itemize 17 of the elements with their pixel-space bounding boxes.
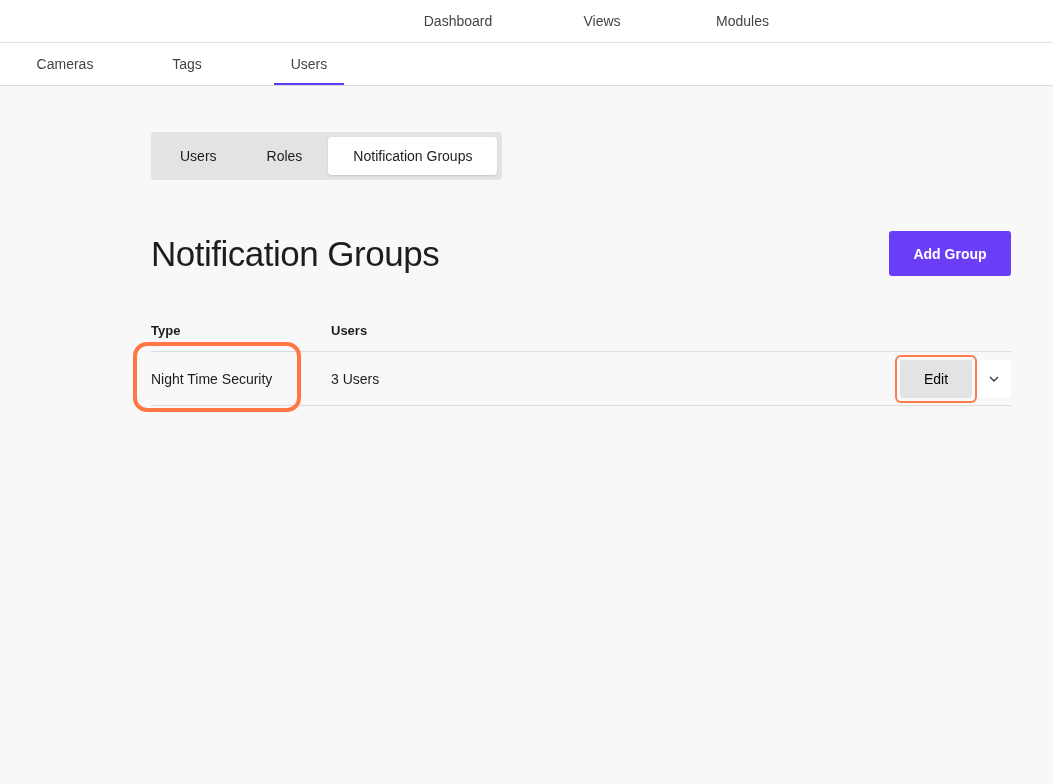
chevron-down-icon (989, 375, 999, 382)
table-cell: Night Time Security (151, 370, 331, 387)
tab[interactable]: Cameras (30, 43, 100, 85)
segment-tab[interactable]: Users (156, 137, 241, 175)
segment-tab[interactable]: Roles (242, 137, 327, 175)
column-header: Type (151, 323, 182, 338)
table-cell-text: 3 Users (331, 370, 381, 387)
tab[interactable]: Tags (152, 43, 222, 85)
edit-button[interactable]: Edit (900, 359, 972, 398)
nav-link[interactable]: Dashboard (386, 0, 530, 42)
nav-link[interactable]: Views (530, 0, 674, 42)
page-heading: Notification Groups (151, 233, 440, 274)
tab[interactable]: Users (274, 43, 344, 85)
column-header: Users (331, 323, 369, 338)
segment-tab[interactable]: Notification Groups (328, 137, 498, 175)
nav-link[interactable]: Modules (674, 0, 811, 42)
add-group-button[interactable]: Add Group (889, 231, 1011, 276)
